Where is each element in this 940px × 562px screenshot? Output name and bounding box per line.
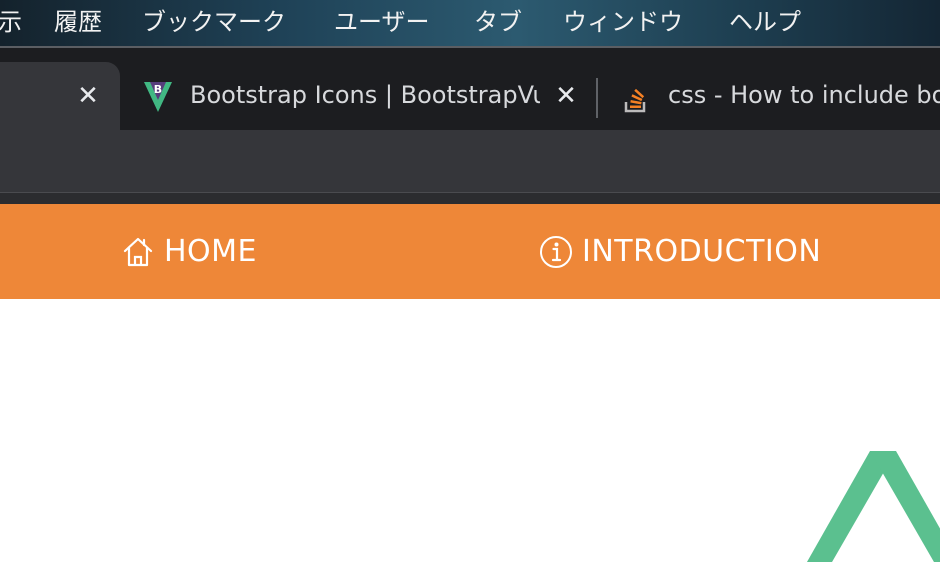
tab-active[interactable]: ✕ <box>0 62 120 130</box>
menu-item-tabs[interactable]: タブ <box>474 6 522 38</box>
menu-item-bookmarks[interactable]: ブックマーク <box>142 6 286 38</box>
house-icon <box>123 237 153 267</box>
tab-separator <box>596 78 598 118</box>
tab-bootstrap-icons[interactable]: B Bootstrap Icons | BootstrapVue ✕ <box>130 62 596 130</box>
tab-title: css - How to include boo <box>668 81 940 109</box>
close-icon[interactable]: ✕ <box>552 82 580 110</box>
menu-item-users[interactable]: ユーザー <box>334 6 430 38</box>
nav-introduction-label: INTRODUCTION <box>582 234 822 269</box>
menu-item-view[interactable]: 示 <box>0 6 22 38</box>
tab-title: Bootstrap Icons | BootstrapVue <box>190 81 540 109</box>
browser-toolbar <box>0 130 940 192</box>
menu-item-history[interactable]: 履歴 <box>54 6 102 38</box>
page-content <box>0 299 940 562</box>
vue-logo-icon <box>806 451 940 562</box>
favicon-letter: B <box>154 83 162 96</box>
page-nav: HOME INTRODUCTION <box>0 204 940 299</box>
menu-item-help[interactable]: ヘルプ <box>729 6 801 38</box>
menu-item-window[interactable]: ウィンドウ <box>563 6 683 38</box>
bootstrapvue-logo-icon: B <box>144 82 172 112</box>
tab-strip: ✕ B Bootstrap Icons | BootstrapVue ✕ css… <box>0 48 940 130</box>
info-circle-icon <box>540 236 572 268</box>
tab-stackoverflow[interactable]: css - How to include boo <box>600 62 940 130</box>
nav-introduction[interactable]: INTRODUCTION <box>530 204 830 299</box>
close-icon[interactable]: ✕ <box>74 82 102 110</box>
menu-bar: 示 履歴 ブックマーク ユーザー タブ ウィンドウ ヘルプ <box>0 0 940 46</box>
stackoverflow-icon <box>624 88 646 113</box>
nav-home[interactable]: HOME <box>110 204 280 299</box>
nav-home-label: HOME <box>164 234 258 269</box>
